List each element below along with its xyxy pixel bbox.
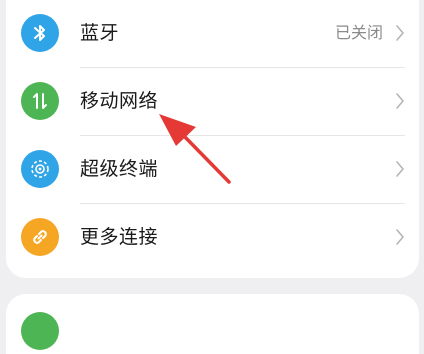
settings-item-more-connections[interactable]: 更多连接 xyxy=(6,204,419,272)
next-settings-card xyxy=(6,294,419,354)
connections-card: 蓝牙 已关闭 移动网络 超级终端 更多连接 xyxy=(6,0,419,278)
chevron-right-icon xyxy=(396,93,404,109)
settings-item-bluetooth[interactable]: 蓝牙 已关闭 xyxy=(6,0,419,68)
settings-item-mobile-network[interactable]: 移动网络 xyxy=(6,68,419,136)
settings-item-label: 移动网络 xyxy=(80,90,159,112)
bluetooth-status: 已关闭 xyxy=(334,23,383,42)
super-device-icon xyxy=(21,150,59,188)
link-icon xyxy=(21,218,59,256)
settings-item-label: 超级终端 xyxy=(80,158,159,180)
chevron-right-icon xyxy=(396,25,404,41)
chevron-right-icon xyxy=(396,229,404,245)
settings-item-super-device[interactable]: 超级终端 xyxy=(6,136,419,204)
chevron-right-icon xyxy=(396,161,404,177)
settings-item-label: 蓝牙 xyxy=(80,22,120,44)
settings-item-label: 更多连接 xyxy=(80,226,159,248)
bluetooth-icon xyxy=(21,14,59,52)
mobile-data-icon xyxy=(21,82,59,120)
